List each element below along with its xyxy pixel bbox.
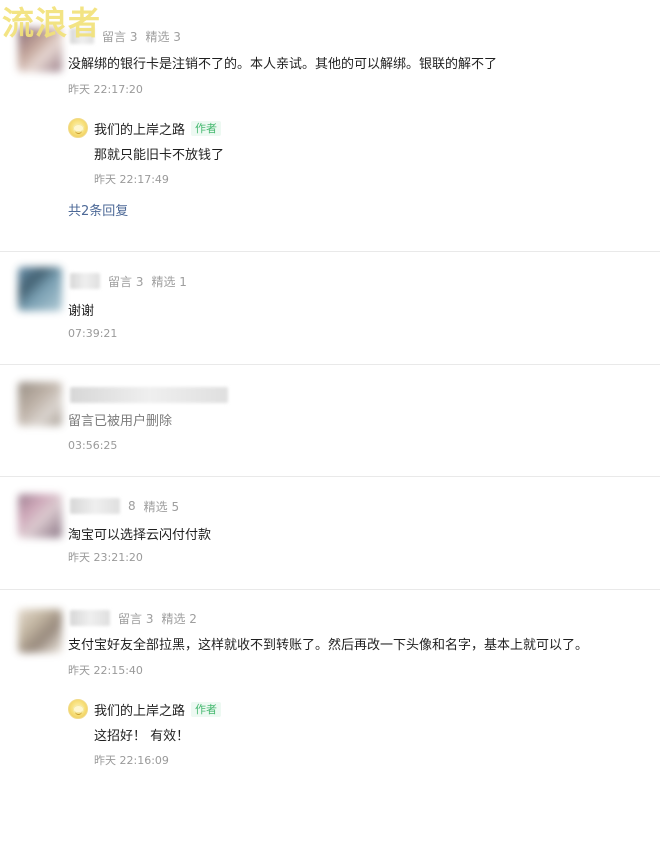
author-badge: 作者 xyxy=(191,120,222,136)
message-count: 8 xyxy=(128,499,136,513)
featured-count: 精选 1 xyxy=(151,274,187,289)
reply-author-row: 我们的上岸之路 作者 xyxy=(68,699,222,719)
comment-time: 昨天 22:15:40 xyxy=(68,664,143,677)
comment-meta: 留言 3 精选 1 xyxy=(70,272,187,290)
comment-thread-screen: 流浪者 留言 3 精选 3 没解绑的银行卡是注销不了的。本人亲试。其他的可以解绑… xyxy=(0,0,660,858)
watermark: 流浪者 xyxy=(2,4,102,42)
blurred-avatar xyxy=(18,609,62,653)
comment-text: 支付宝好友全部拉黑，这样就收不到转账了。然后再改一下头像和名字，基本上就可以了。 xyxy=(68,638,589,653)
blurred-name xyxy=(70,610,110,626)
comment-item-4[interactable]: 8 精选 5 淘宝可以选择云闪付付款 昨天 23:21:20 xyxy=(0,476,660,590)
reply-author-name: 我们的上岸之路 xyxy=(94,703,186,719)
comment-text: 没解绑的银行卡是注销不了的。本人亲试。其他的可以解绑。银联的解不了 xyxy=(68,57,498,72)
blurred-name xyxy=(70,387,228,403)
comment-item-3[interactable]: 留言已被用户删除 03:56:25 xyxy=(0,364,660,477)
featured-count: 精选 2 xyxy=(161,611,197,626)
replies-link[interactable]: 共2条回复 xyxy=(68,203,128,221)
reply-time: 昨天 22:17:49 xyxy=(94,173,169,186)
comment-item-5[interactable]: 留言 3 精选 2 支付宝好友全部拉黑，这样就收不到转账了。然后再改一下头像和名… xyxy=(0,589,660,858)
comment-item-2[interactable]: 留言 3 精选 1 谢谢 07:39:21 xyxy=(0,251,660,365)
message-count: 留言 3 xyxy=(118,611,154,626)
blurred-avatar xyxy=(18,494,62,538)
comment-meta: 留言 3 精选 2 xyxy=(70,609,197,627)
author-badge: 作者 xyxy=(191,701,222,717)
reply-text: 这招好！ 有效！ xyxy=(94,729,190,744)
reply-text: 那就只能旧卡不放钱了 xyxy=(94,148,225,163)
comment-time: 03:56:25 xyxy=(68,439,118,452)
blurred-avatar xyxy=(18,267,62,311)
deleted-comment-text: 留言已被用户删除 xyxy=(68,414,173,429)
comment-meta: 8 精选 5 xyxy=(70,497,179,515)
blurred-avatar xyxy=(18,382,62,426)
reply-time: 昨天 22:16:09 xyxy=(94,754,169,767)
comment-time: 昨天 23:21:20 xyxy=(68,551,143,564)
blurred-name xyxy=(70,273,100,289)
reply-author-row: 我们的上岸之路 作者 xyxy=(68,118,222,138)
featured-count: 精选 3 xyxy=(145,29,181,44)
comment-time: 昨天 22:17:20 xyxy=(68,83,143,96)
message-count: 留言 3 xyxy=(102,29,138,44)
blurred-name xyxy=(70,498,120,514)
comment-text: 谢谢 xyxy=(68,304,95,319)
author-avatar-icon xyxy=(68,699,88,719)
reply-author-name: 我们的上岸之路 xyxy=(94,122,186,138)
featured-count: 精选 5 xyxy=(143,499,180,514)
message-count: 留言 3 xyxy=(108,274,144,289)
comment-meta xyxy=(70,386,228,404)
comment-text: 淘宝可以选择云闪付付款 xyxy=(68,528,212,543)
comment-time: 07:39:21 xyxy=(68,327,118,340)
author-avatar-icon xyxy=(68,118,88,138)
